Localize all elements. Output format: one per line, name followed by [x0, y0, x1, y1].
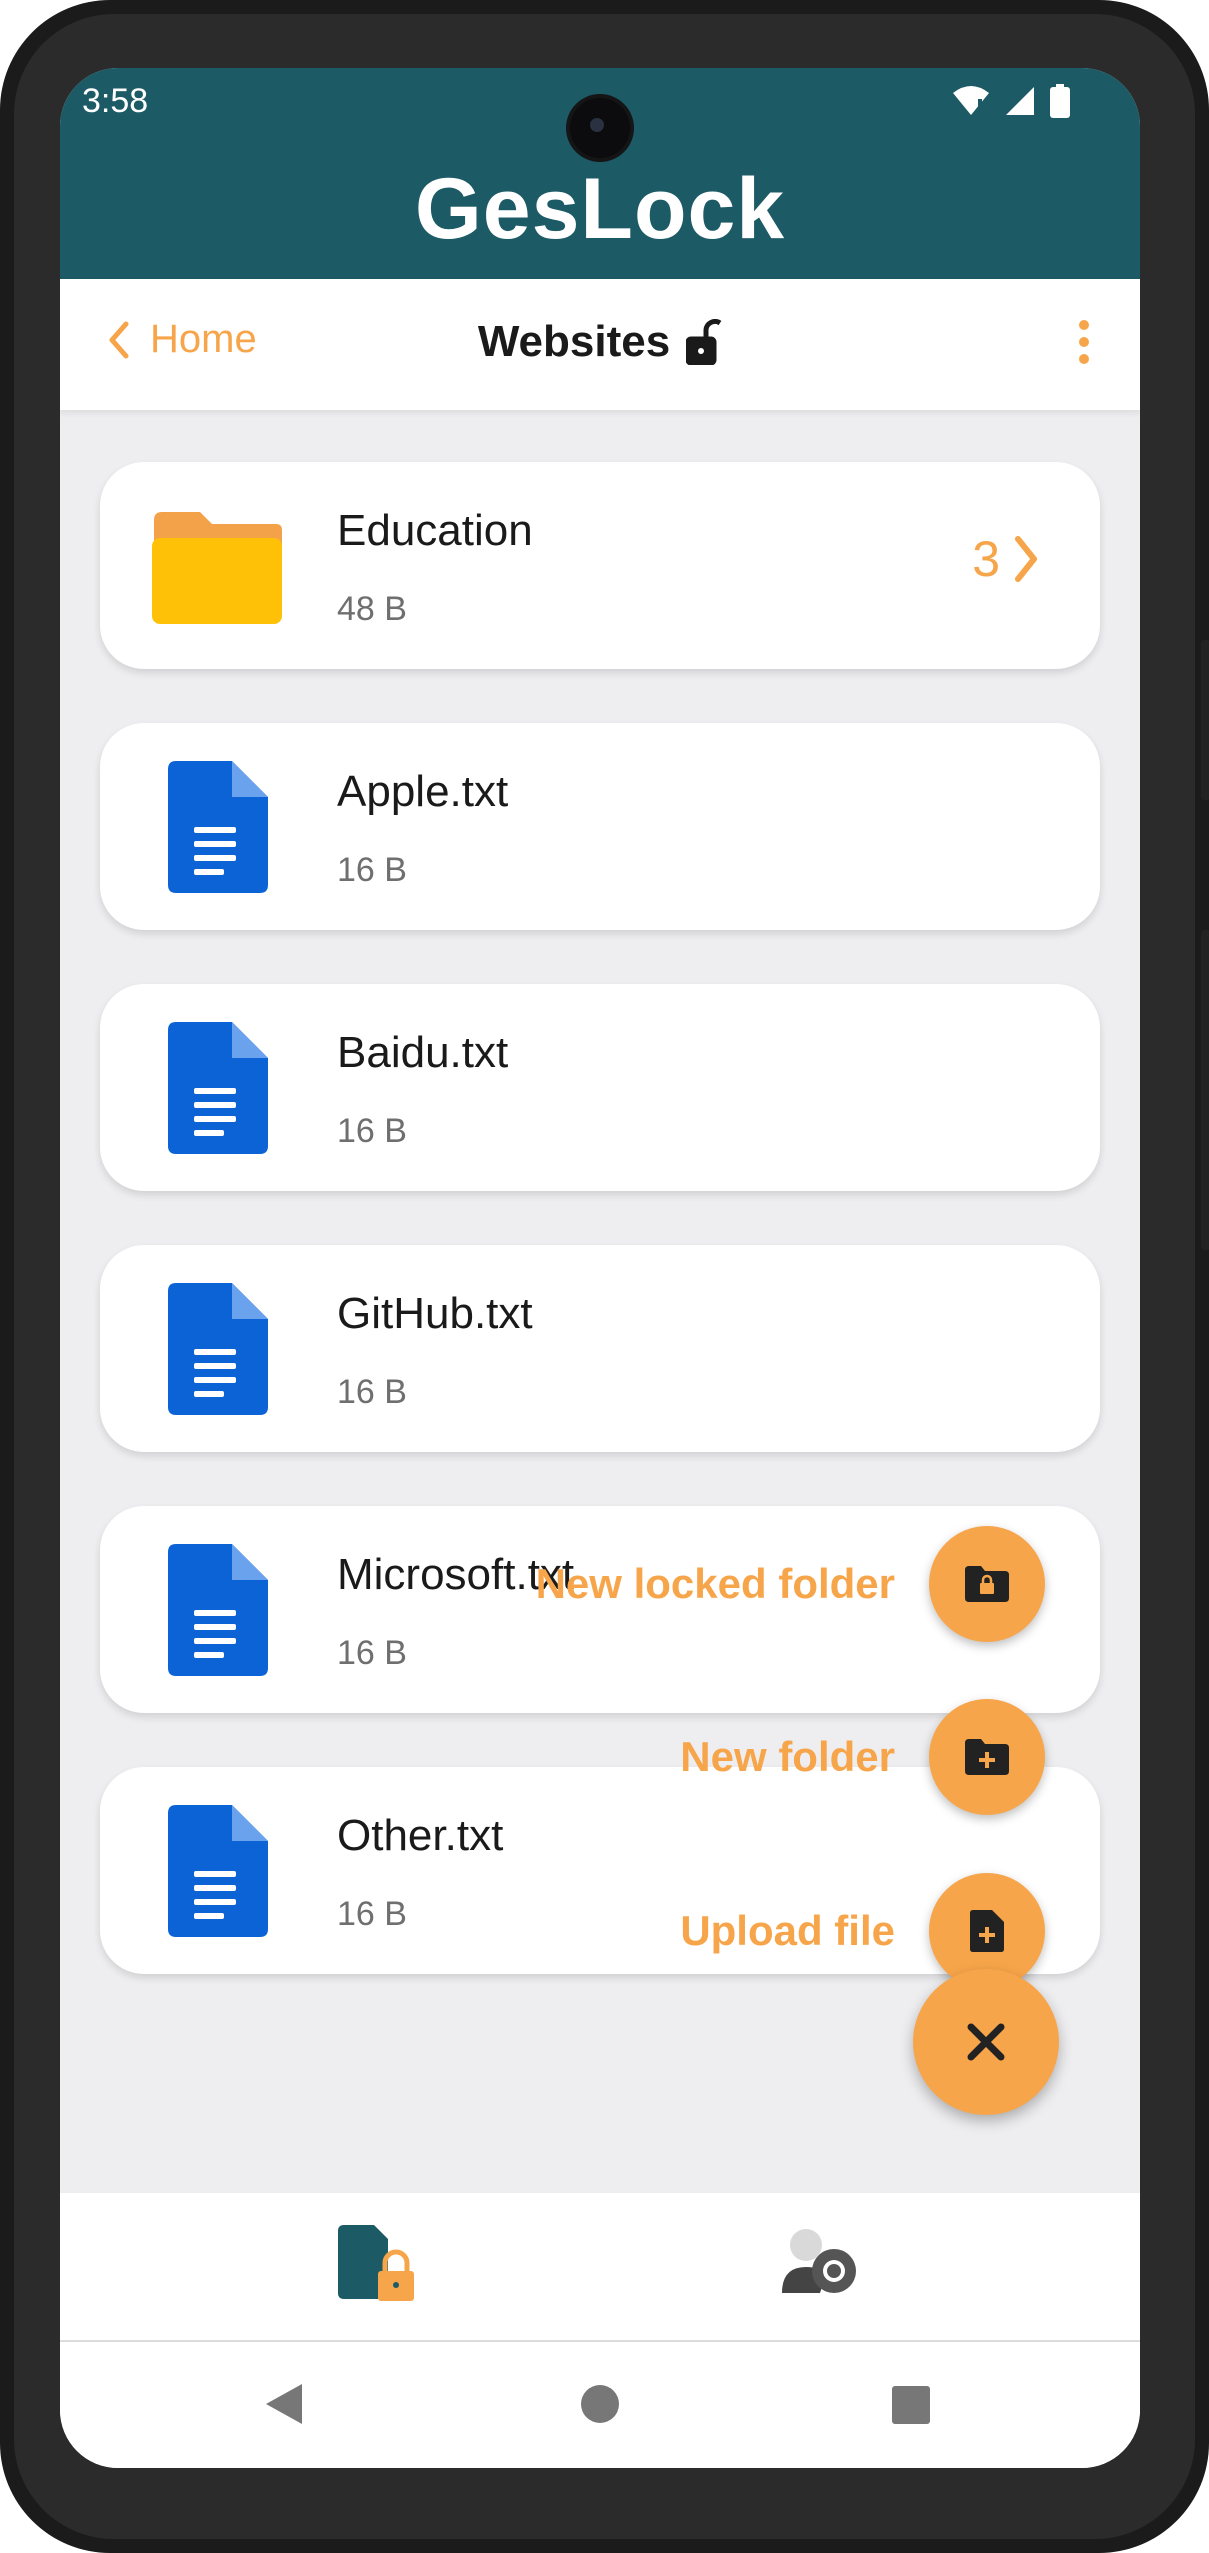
item-size: 48 B: [337, 590, 407, 628]
user-settings-icon: [782, 2229, 856, 2293]
toolbar-title: Websites: [60, 317, 1140, 367]
locked-folder-icon: [965, 1566, 1009, 1602]
document-icon: [168, 1805, 268, 1942]
home-circle-icon: [581, 2385, 619, 2423]
item-size: 16 B: [337, 851, 407, 889]
document-icon: [168, 1544, 268, 1681]
more-vert-icon: [1079, 320, 1089, 364]
document-icon: [168, 1022, 268, 1159]
chevron-right-icon: [1015, 536, 1037, 582]
unlocked-icon[interactable]: [686, 319, 722, 365]
new-folder-button[interactable]: [929, 1699, 1045, 1815]
app-header: 3:58 GesLock: [60, 68, 1140, 279]
volume-button: [1201, 930, 1209, 1250]
system-recents-button[interactable]: [892, 2386, 930, 2429]
app-title: GesLock: [414, 161, 786, 257]
file-card-github[interactable]: GitHub.txt 16 B: [100, 1245, 1100, 1452]
nav-files[interactable]: [336, 2223, 418, 2308]
file-card-apple[interactable]: Apple.txt 16 B: [100, 723, 1100, 930]
new-locked-folder-button[interactable]: [929, 1526, 1045, 1642]
recents-square-icon: [892, 2386, 930, 2424]
folder-icon: [150, 510, 284, 629]
item-size: 16 B: [337, 1895, 407, 1933]
nav-settings[interactable]: [780, 2223, 866, 2308]
status-time: 3:58: [82, 82, 149, 120]
power-button: [1201, 640, 1209, 800]
close-fab-button[interactable]: [913, 1969, 1059, 2115]
document-icon: [168, 1283, 268, 1420]
item-size: 16 B: [337, 1112, 407, 1150]
system-home-button[interactable]: [580, 2384, 620, 2429]
item-count: 3: [972, 531, 1000, 587]
back-triangle-icon: [266, 2384, 302, 2424]
file-card-baidu[interactable]: Baidu.txt 16 B: [100, 984, 1100, 1191]
create-folder-icon: [965, 1739, 1009, 1775]
fab-label: Upload file: [680, 1907, 895, 1954]
item-size: 16 B: [337, 1373, 407, 1411]
signal-icon: [1006, 87, 1034, 115]
item-size: 16 B: [337, 1634, 407, 1672]
item-name: Education: [337, 506, 533, 555]
system-back-button[interactable]: [264, 2382, 304, 2431]
fab-new-locked-folder[interactable]: New locked folder: [536, 1526, 1045, 1642]
system-navigation-bar: [60, 2342, 1140, 2468]
close-icon: [967, 2023, 1005, 2061]
status-icons: [952, 84, 1070, 118]
folder-count: 3: [972, 530, 1038, 588]
folder-card-education[interactable]: Education 48 B 3: [100, 462, 1100, 669]
fab-label: New folder: [680, 1733, 895, 1780]
item-name: Baidu.txt: [337, 1028, 509, 1077]
document-icon: [168, 761, 268, 898]
phone-screen: 3:58 GesLock Home Websites Education 48 …: [60, 68, 1140, 2468]
wifi-icon: [953, 86, 989, 115]
battery-icon: [1050, 84, 1070, 118]
more-options-button[interactable]: [1078, 319, 1090, 370]
item-name: Apple.txt: [337, 767, 509, 816]
fab-new-folder[interactable]: New folder: [680, 1699, 1045, 1815]
locked-files-icon: [338, 2225, 414, 2301]
add-file-icon: [970, 1910, 1004, 1952]
page-title: Websites: [477, 317, 671, 366]
item-name: Other.txt: [337, 1811, 504, 1860]
bottom-navigation: [60, 2193, 1140, 2342]
front-camera: [570, 98, 630, 158]
item-name: GitHub.txt: [337, 1289, 533, 1338]
toolbar: Home Websites: [60, 279, 1140, 410]
fab-label: New locked folder: [535, 1560, 895, 1607]
